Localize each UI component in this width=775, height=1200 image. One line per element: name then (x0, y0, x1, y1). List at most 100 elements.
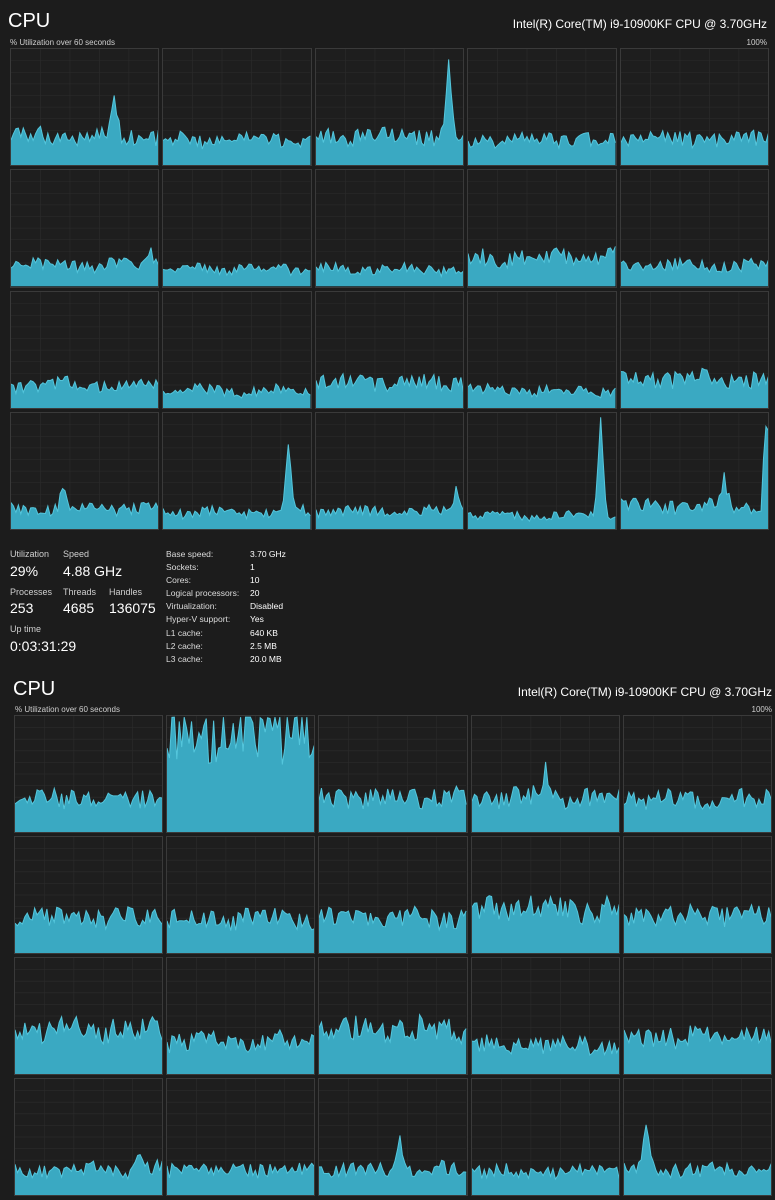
utilization-area-chart (319, 716, 467, 832)
utilization-area-chart (623, 1079, 771, 1195)
utilization-area-chart (468, 292, 616, 408)
utilization-area-chart (468, 413, 616, 529)
logical-processor-graph (622, 715, 772, 833)
logical-processor-graph (14, 957, 164, 1075)
spec-value: Disabled (250, 601, 284, 612)
utilization-area (319, 1135, 467, 1195)
logical-processor-graph (470, 836, 620, 954)
logical-processor-graph (619, 169, 769, 288)
spec-key: Cores: (166, 575, 192, 586)
utilization-area-chart (319, 1079, 467, 1195)
cpu-title-2: CPU (13, 678, 56, 700)
spec-key: Virtualization: (166, 601, 217, 612)
logical-processor-graph (166, 957, 316, 1075)
logical-processor-graph (619, 411, 769, 530)
logical-processor-graph (467, 48, 617, 167)
logical-processor-graph (14, 715, 164, 833)
utilization-area (468, 246, 616, 287)
logical-processor-graph (162, 169, 312, 288)
spec-row: Base speed: 3.70 GHz (166, 549, 306, 562)
spec-value: 2.5 MB (250, 640, 277, 651)
logical-processor-graph (318, 1078, 468, 1196)
logical-processor-graph (318, 836, 468, 954)
logical-processor-graph (10, 290, 160, 409)
utilization-area (11, 375, 159, 408)
utilization-area (163, 383, 311, 408)
logical-processor-graph (162, 411, 312, 530)
spec-key: Sockets: (166, 562, 199, 573)
spec-value: 3.70 GHz (250, 549, 286, 559)
utilization-area-chart (315, 49, 464, 166)
utilization-label: Utilization (10, 549, 50, 559)
utilization-line (11, 95, 158, 145)
logical-processor-graph (467, 169, 617, 288)
logical-processor-graph (166, 715, 316, 833)
spec-row: Virtualization: Disabled (166, 601, 306, 614)
utilization-area-chart (623, 958, 771, 1074)
utilization-value: 29% (10, 563, 39, 579)
utilization-area-chart (620, 49, 768, 166)
logical-processor-graph (162, 48, 312, 167)
speed-label: Speed (63, 549, 90, 559)
utilization-area-chart (315, 170, 464, 287)
logical-processor-graph (619, 290, 769, 409)
utilization-area-chart (167, 837, 315, 953)
spec-row: L3 cache: 20.0 MB (166, 654, 306, 667)
logical-processor-graph (314, 290, 465, 409)
utilization-area-chart (471, 837, 619, 953)
utilization-area-chart (471, 958, 619, 1074)
utilization-area-chart (163, 170, 311, 287)
utilization-area-chart (15, 716, 163, 832)
logical-processor-graph (619, 48, 769, 167)
logical-processor-graph (10, 411, 160, 530)
logical-processor-graph (318, 715, 468, 833)
graph-max-label-2: 100% (751, 705, 772, 714)
utilization-area-chart (620, 413, 768, 529)
utilization-area-chart (620, 292, 768, 408)
graph-caption-2: % Utilization over 60 seconds (15, 705, 120, 714)
logical-processor-graph (14, 1078, 164, 1196)
cpu-model-name-2: Intel(R) Core(TM) i9-10900KF CPU @ 3.70G… (517, 685, 772, 699)
utilization-area (315, 59, 464, 166)
logical-processor-graph (467, 411, 617, 530)
spec-key: Hyper-V support: (166, 614, 231, 625)
utilization-line (621, 426, 768, 514)
utilization-area (315, 262, 464, 287)
cpu-graph-grid (10, 48, 769, 530)
utilization-area (620, 367, 768, 408)
utilization-area-chart (167, 716, 315, 832)
utilization-area-chart (471, 1079, 619, 1195)
logical-processor-graph (318, 957, 468, 1075)
utilization-area-chart (163, 49, 311, 166)
spec-row: L1 cache: 640 KB (166, 628, 306, 641)
cpu-graph-grid-2 (14, 715, 772, 1196)
spec-row: L2 cache: 2.5 MB (166, 641, 306, 654)
utilization-area-chart (11, 413, 159, 529)
utilization-area (11, 247, 159, 287)
spec-row: Cores: 10 (166, 575, 306, 588)
utilization-area (471, 895, 619, 953)
logical-processor-graph (467, 290, 617, 409)
graph-max-label: 100% (746, 38, 767, 47)
utilization-area (15, 1154, 163, 1195)
utilization-area (620, 426, 768, 529)
spec-key: L1 cache: (166, 627, 203, 638)
spec-row: Logical processors: 20 (166, 588, 306, 601)
utilization-area (620, 130, 768, 166)
logical-processor-graph (166, 836, 316, 954)
logical-processor-graph (10, 169, 160, 288)
spec-key: L3 cache: (166, 653, 203, 664)
handles-label: Handles (109, 587, 143, 597)
spec-value: Yes (250, 614, 264, 625)
utilization-area-chart (315, 292, 464, 408)
spec-value: 10 (250, 575, 260, 586)
utilization-area-chart (15, 1079, 163, 1195)
utilization-line (468, 417, 615, 521)
spec-key: Base speed: (166, 549, 214, 559)
logical-processor-graph (314, 48, 465, 167)
logical-processor-graph (622, 1078, 772, 1196)
utilization-area-chart (623, 716, 771, 832)
threads-label: Threads (63, 587, 97, 597)
utilization-area-chart (15, 958, 163, 1074)
utilization-area (620, 258, 768, 287)
